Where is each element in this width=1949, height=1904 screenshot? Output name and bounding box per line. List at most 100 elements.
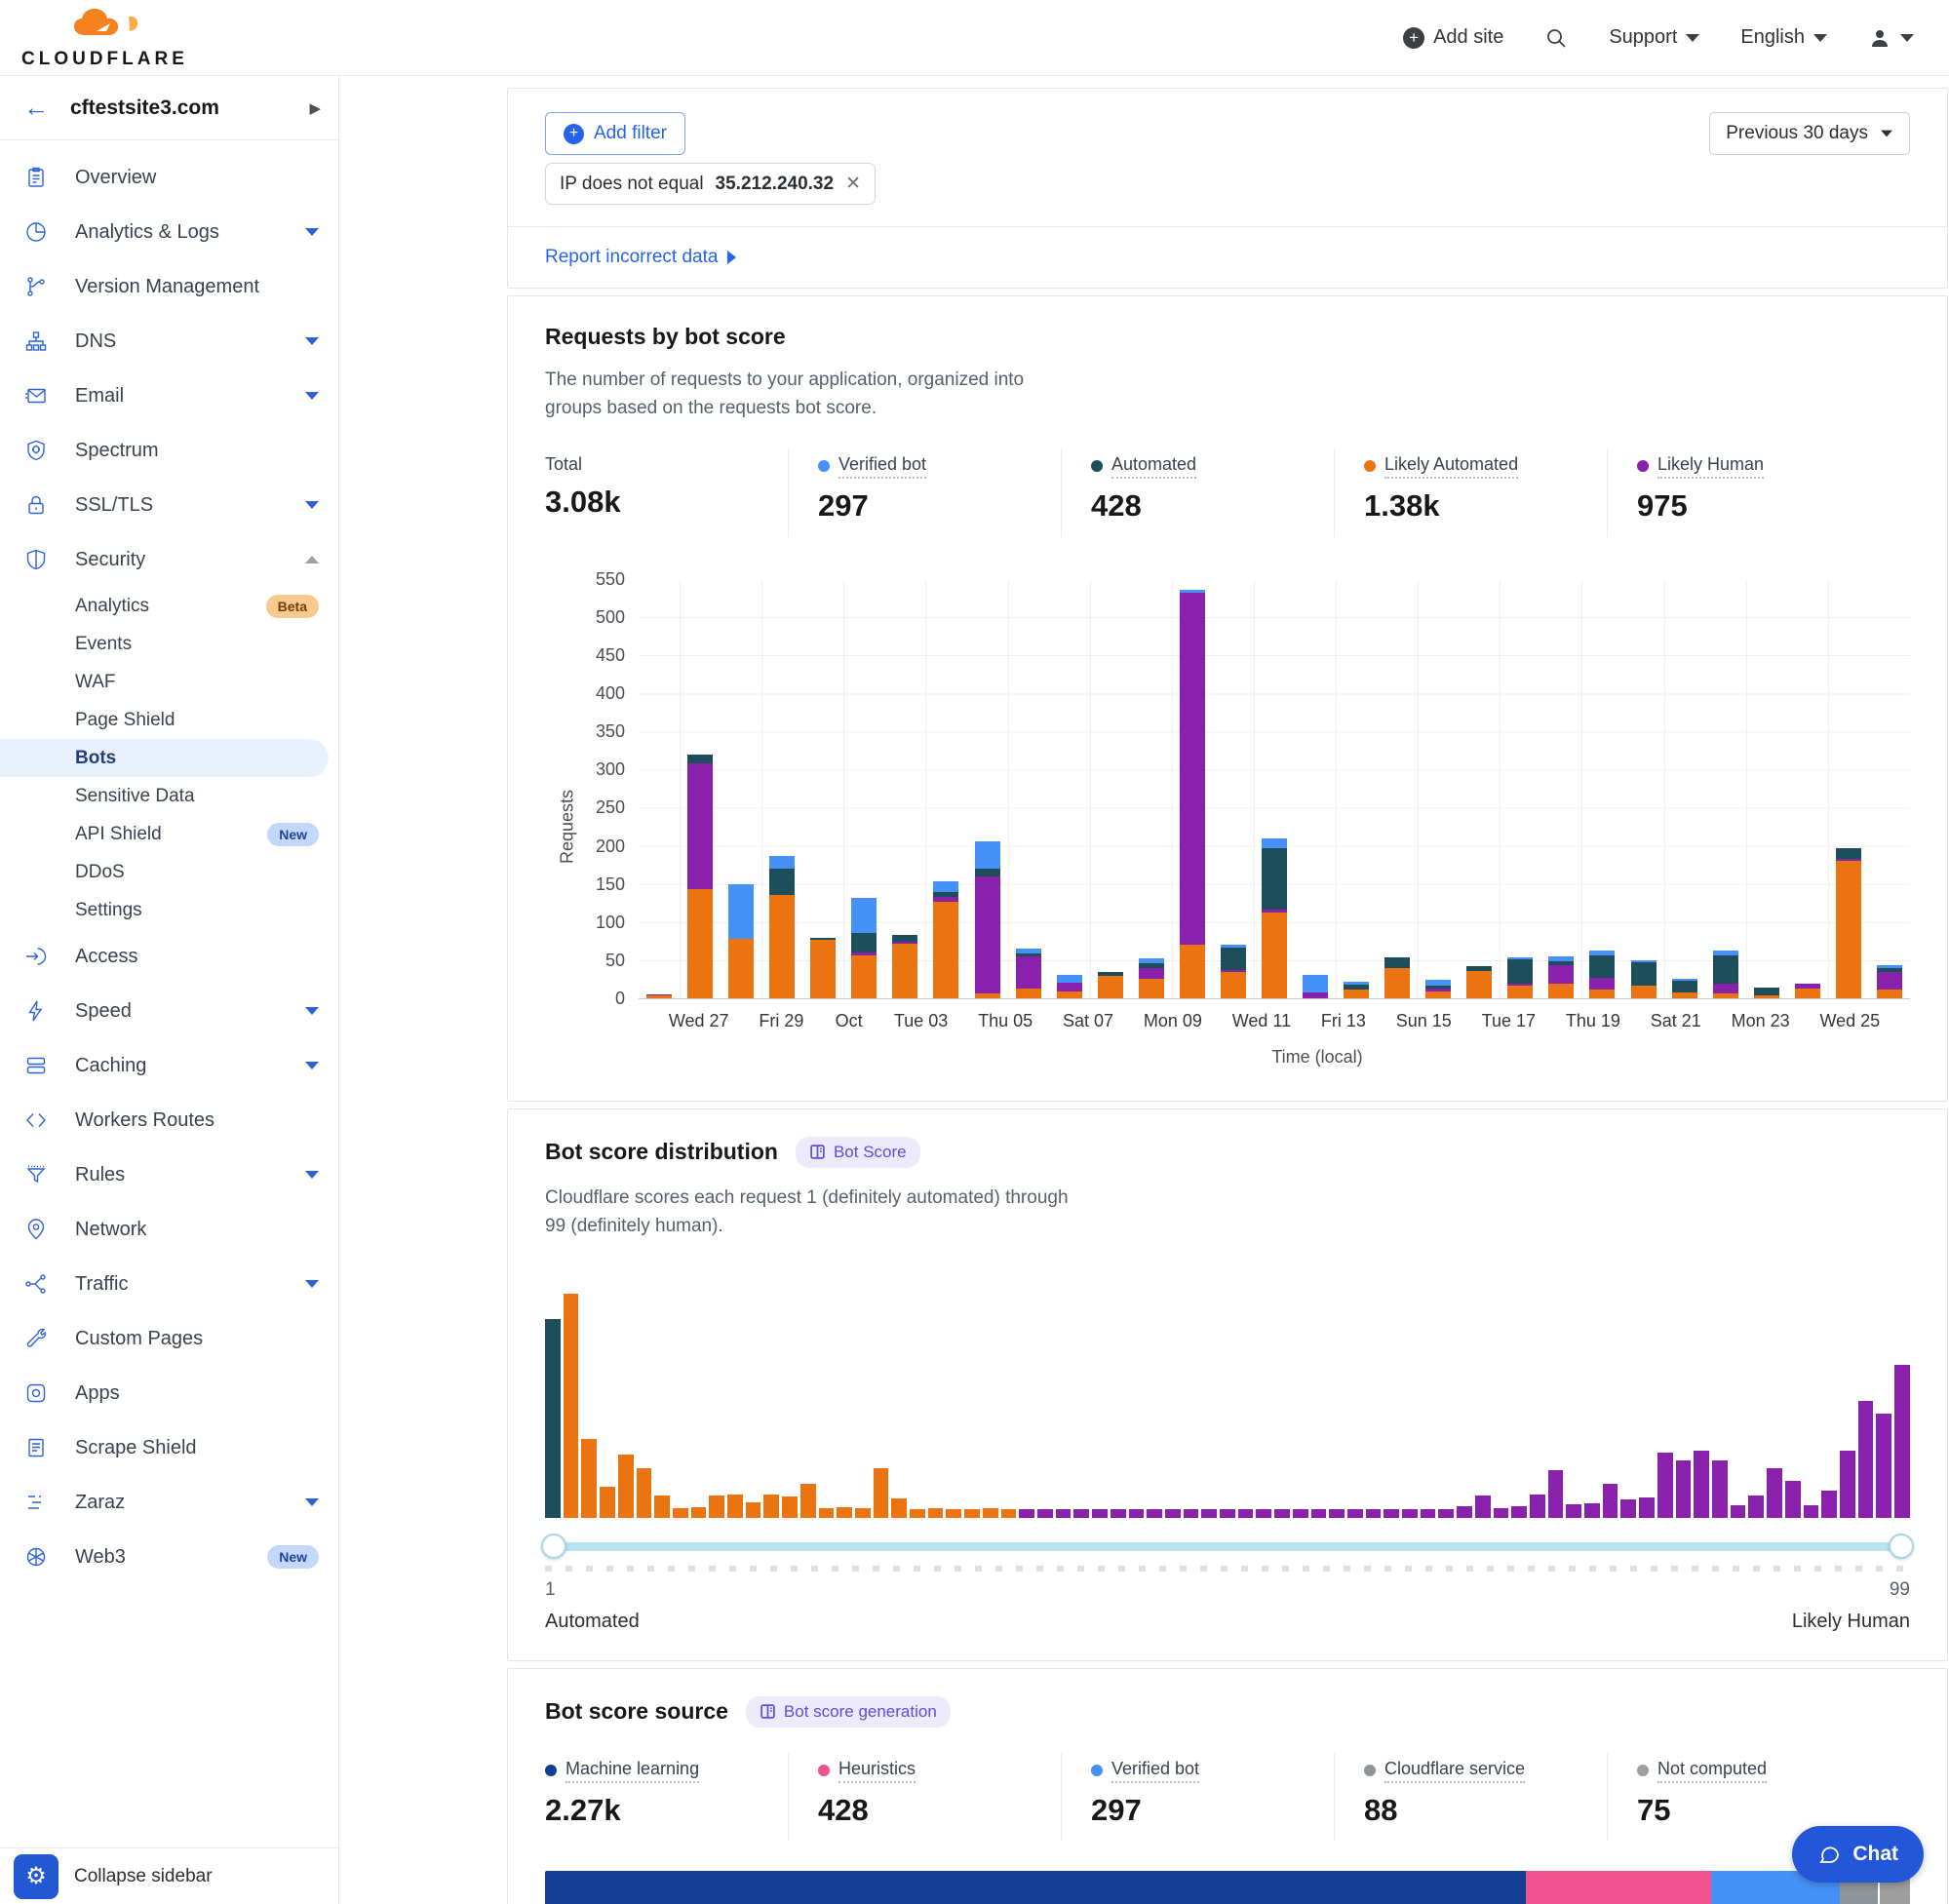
histogram-bar-automated[interactable] xyxy=(545,1319,561,1518)
search-button[interactable] xyxy=(1544,26,1568,50)
bot-score-generation-badge[interactable]: Bot score generation xyxy=(746,1696,951,1728)
stat-label[interactable]: Cloudflare service xyxy=(1364,1759,1578,1783)
histogram-bar-likely-human[interactable] xyxy=(1056,1509,1072,1517)
sidebar-item-zaraz[interactable]: Zaraz xyxy=(0,1475,338,1530)
histogram-bar-likely-human[interactable] xyxy=(1457,1506,1472,1518)
histogram-bar-likely-automated[interactable] xyxy=(709,1496,724,1518)
sidebar-item-workers-routes[interactable]: Workers Routes xyxy=(0,1093,338,1147)
histogram-bar-likely-human[interactable] xyxy=(1201,1509,1217,1518)
chat-button[interactable]: Chat xyxy=(1792,1826,1924,1883)
chart-bar[interactable] xyxy=(769,856,795,998)
sidebar-item-rules[interactable]: Rules xyxy=(0,1147,338,1202)
date-range-dropdown[interactable]: Previous 30 days xyxy=(1709,112,1910,155)
histogram-bar-likely-automated[interactable] xyxy=(637,1468,652,1518)
sidebar-item-network[interactable]: Network xyxy=(0,1202,338,1257)
histogram-bar-likely-human[interactable] xyxy=(1147,1509,1162,1518)
chart-bar[interactable] xyxy=(1466,966,1492,998)
chart-bar[interactable] xyxy=(1589,951,1615,997)
sidebar-item-security[interactable]: Security xyxy=(0,532,338,587)
histogram-bar-likely-human[interactable] xyxy=(1639,1497,1655,1518)
stat-label[interactable]: Likely Automated xyxy=(1364,454,1578,479)
histogram-bar-likely-human[interactable] xyxy=(1037,1509,1053,1518)
chart-bar[interactable] xyxy=(687,755,713,998)
sidebar-item-settings[interactable]: Settings xyxy=(0,891,338,929)
histogram-bar-likely-automated[interactable] xyxy=(837,1507,852,1517)
histogram-bar-likely-human[interactable] xyxy=(1384,1509,1399,1518)
histogram-bar-likely-automated[interactable] xyxy=(600,1487,615,1518)
histogram-bar-likely-automated[interactable] xyxy=(983,1508,998,1518)
histogram-bar-likely-human[interactable] xyxy=(1329,1509,1345,1517)
histogram-bar-likely-automated[interactable] xyxy=(1001,1509,1017,1518)
sidebar-item-api-shield[interactable]: API ShieldNew xyxy=(0,815,338,853)
slider-handle-max[interactable] xyxy=(1889,1534,1914,1559)
chart-bar[interactable] xyxy=(1548,956,1574,998)
histogram-bar-likely-human[interactable] xyxy=(1111,1509,1126,1517)
histogram-bar-likely-human[interactable] xyxy=(1840,1451,1855,1518)
sidebar-item-page-shield[interactable]: Page Shield xyxy=(0,701,338,739)
histogram-bar-likely-automated[interactable] xyxy=(618,1455,634,1517)
chart-bar[interactable] xyxy=(1344,982,1369,997)
sidebar-item-web3[interactable]: Web3New xyxy=(0,1530,338,1584)
source-segment-machine-learning[interactable] xyxy=(545,1871,1526,1904)
sidebar-item-dns[interactable]: DNS xyxy=(0,314,338,369)
caret-right-icon[interactable]: ▶ xyxy=(309,99,321,117)
histogram-bar-likely-human[interactable] xyxy=(1256,1509,1271,1518)
histogram-bar-likely-human[interactable] xyxy=(1858,1401,1874,1518)
histogram-bar-likely-human[interactable] xyxy=(1712,1460,1728,1518)
report-incorrect-data-link[interactable]: Report incorrect data xyxy=(545,247,718,268)
histogram-bar-likely-human[interactable] xyxy=(1092,1509,1108,1518)
sidebar-item-ssl-tls[interactable]: SSL/TLS xyxy=(0,478,338,532)
sidebar-item-analytics[interactable]: AnalyticsBeta xyxy=(0,587,338,625)
language-menu[interactable]: English xyxy=(1740,26,1827,49)
chart-bar[interactable] xyxy=(1057,975,1082,998)
collapse-sidebar-button[interactable]: Collapse sidebar xyxy=(74,1866,213,1887)
source-segment-heuristics[interactable] xyxy=(1526,1871,1711,1904)
add-site-button[interactable]: + Add site xyxy=(1403,26,1503,49)
sidebar-item-email[interactable]: Email xyxy=(0,369,338,423)
stat-label[interactable]: Not computed xyxy=(1637,1759,1852,1783)
histogram-bar-likely-human[interactable] xyxy=(1511,1506,1527,1518)
stat-label[interactable]: Automated xyxy=(1091,454,1305,479)
chart-bar[interactable] xyxy=(1713,951,1738,997)
histogram-bar-likely-human[interactable] xyxy=(1548,1470,1564,1517)
histogram-bar-likely-human[interactable] xyxy=(1620,1499,1636,1517)
histogram-bar-likely-human[interactable] xyxy=(1603,1484,1618,1518)
histogram-bar-likely-human[interactable] xyxy=(1402,1509,1418,1517)
histogram-bar-likely-automated[interactable] xyxy=(673,1508,688,1518)
sidebar-item-custom-pages[interactable]: Custom Pages xyxy=(0,1311,338,1366)
sidebar-item-overview[interactable]: Overview xyxy=(0,150,338,205)
histogram-bar-likely-human[interactable] xyxy=(1748,1496,1764,1518)
sidebar-item-analytics-logs[interactable]: Analytics & Logs xyxy=(0,205,338,259)
histogram-bar-likely-automated[interactable] xyxy=(855,1508,871,1518)
stat-label[interactable]: Machine learning xyxy=(545,1759,759,1783)
chart-bar[interactable] xyxy=(892,935,917,998)
histogram-bar-likely-human[interactable] xyxy=(1165,1509,1181,1517)
histogram-bar-likely-human[interactable] xyxy=(1073,1509,1089,1517)
sidebar-item-access[interactable]: Access xyxy=(0,929,338,984)
histogram-bar-likely-human[interactable] xyxy=(1366,1509,1382,1517)
histogram-bar-likely-human[interactable] xyxy=(1676,1460,1692,1518)
histogram-bar-likely-human[interactable] xyxy=(1894,1365,1910,1517)
account-menu[interactable] xyxy=(1868,26,1914,50)
chart-bar[interactable] xyxy=(1631,960,1657,998)
chart-bar[interactable] xyxy=(810,938,836,998)
histogram-bar-likely-human[interactable] xyxy=(1657,1453,1673,1518)
chart-bar[interactable] xyxy=(1877,965,1902,998)
sidebar-item-bots[interactable]: Bots xyxy=(0,739,329,777)
stat-label[interactable]: Verified bot xyxy=(818,454,1032,479)
histogram-bar-likely-human[interactable] xyxy=(1311,1509,1327,1518)
histogram-bar-likely-human[interactable] xyxy=(1347,1509,1363,1518)
histogram-bar-likely-human[interactable] xyxy=(1184,1509,1199,1517)
filter-chip[interactable]: IP does not equal 35.212.240.32 ✕ xyxy=(545,163,876,205)
cloudflare-logo[interactable]: CLOUDFLARE xyxy=(21,6,188,70)
sidebar-item-caching[interactable]: Caching xyxy=(0,1038,338,1093)
histogram-bar-likely-human[interactable] xyxy=(1876,1414,1891,1518)
stat-label[interactable]: Likely Human xyxy=(1637,454,1852,479)
chart-bar[interactable] xyxy=(1507,957,1533,998)
chart-bar[interactable] xyxy=(728,884,754,998)
remove-filter-icon[interactable]: ✕ xyxy=(845,173,861,195)
chart-bar[interactable] xyxy=(646,994,672,998)
histogram-bar-likely-human[interactable] xyxy=(1220,1509,1235,1517)
sidebar-item-version-management[interactable]: Version Management xyxy=(0,259,338,314)
histogram-bar-likely-human[interactable] xyxy=(1731,1505,1746,1518)
